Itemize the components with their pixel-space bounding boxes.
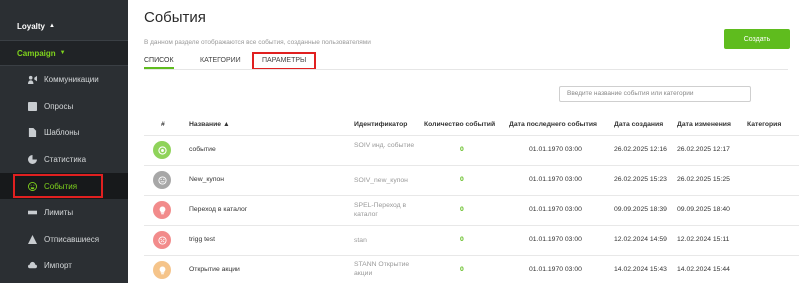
unsubscribe-icon: [27, 234, 37, 244]
event-name: Переход в каталог: [189, 206, 248, 213]
sidebar-group-label: Loyalty: [17, 21, 46, 31]
column-header-count[interactable]: Количество событий: [424, 121, 495, 128]
sidebar-group-label: Campaign: [17, 48, 56, 58]
table-row[interactable]: событие SOIV инд. событие 0 01.01.1970 0…: [144, 135, 799, 165]
sidebar-item-import[interactable]: Импорт: [0, 252, 128, 278]
pie-chart-icon: [27, 154, 37, 164]
main-content: События В данном разделе отображаются вс…: [128, 0, 799, 283]
tab-categories[interactable]: КАТЕГОРИИ: [200, 53, 241, 69]
event-created-date: 09.09.2025 18:39: [614, 206, 667, 213]
document-icon: [27, 127, 37, 137]
column-header-last-date[interactable]: Дата последнего события: [509, 121, 597, 128]
sidebar-item-label: Шаблоны: [44, 127, 80, 137]
table-row[interactable]: Переход в каталог SPEL-Переход в каталог…: [144, 195, 799, 225]
event-changed-date: 14.02.2024 15:44: [677, 266, 730, 273]
event-identifier: STANN Открытие акции: [354, 261, 410, 277]
event-name: New_купон: [189, 176, 225, 183]
neutral-face-icon: [153, 171, 171, 189]
sidebar-item-label: Опросы: [44, 101, 74, 111]
sidebar-group-campaign[interactable]: Campaign ▼: [0, 40, 128, 66]
lightbulb-icon: [153, 201, 171, 219]
column-header-created[interactable]: Дата создания: [614, 121, 663, 128]
column-header-changed[interactable]: Дата изменения: [677, 121, 731, 128]
table-row[interactable]: Открытие акции STANN Открытие акции 0 01…: [144, 255, 799, 283]
tabs-divider: [144, 69, 788, 70]
event-changed-date: 09.09.2025 18:40: [677, 206, 730, 213]
event-count: 0: [460, 236, 464, 243]
column-header-index: #: [161, 121, 165, 128]
sidebar-item-label: Лимиты: [44, 207, 74, 217]
event-count: 0: [460, 266, 464, 273]
event-identifier: SOIV инд. событие: [354, 142, 415, 149]
table-row[interactable]: trigg test stan 0 01.01.1970 03:00 12.02…: [144, 225, 799, 255]
column-header-category[interactable]: Категория: [747, 121, 781, 128]
column-header-identifier[interactable]: Идентификатор: [354, 121, 407, 128]
event-last-date: 01.01.1970 03:00: [529, 176, 582, 183]
cloud-upload-icon: [27, 260, 37, 270]
sad-face-icon: [153, 231, 171, 249]
sidebar-item-label: Коммуникации: [44, 74, 99, 84]
event-name: trigg test: [189, 236, 216, 243]
bar-limits-icon: [27, 207, 37, 217]
event-count: 0: [460, 176, 464, 183]
sidebar-item-limits[interactable]: Лимиты: [0, 199, 128, 225]
event-created-date: 26.02.2025 12:16: [614, 146, 667, 153]
event-created-date: 14.02.2024 15:43: [614, 266, 667, 273]
event-count: 0: [460, 206, 464, 213]
sidebar-group-loyalty[interactable]: Loyalty ▲: [0, 13, 128, 39]
event-last-date: 01.01.1970 03:00: [529, 266, 582, 273]
sidebar-item-label: Отписавшиеся: [44, 234, 100, 244]
page-title: События: [144, 9, 206, 26]
sidebar-item-label: Статистика: [44, 154, 87, 164]
page-subtitle: В данном разделе отображаются все событи…: [144, 39, 371, 46]
event-created-date: 12.02.2024 14:59: [614, 236, 667, 243]
sidebar: Loyalty ▲ Campaign ▼ Коммуникации Опросы…: [0, 0, 128, 283]
tab-list[interactable]: СПИСОК: [144, 53, 174, 69]
column-header-name[interactable]: Название ▲: [189, 121, 230, 128]
sidebar-item-templates[interactable]: Шаблоны: [0, 119, 128, 145]
sidebar-item-surveys[interactable]: Опросы: [0, 93, 128, 119]
event-identifier: stan: [354, 237, 367, 244]
caret-down-icon: ▼: [59, 50, 66, 56]
table-header: # Название ▲ Идентификатор Количество со…: [144, 118, 799, 132]
megaphone-icon: [27, 74, 37, 84]
event-changed-date: 26.02.2025 12:17: [677, 146, 730, 153]
highlight-box: [252, 52, 316, 70]
event-last-date: 01.01.1970 03:00: [529, 146, 582, 153]
search-input[interactable]: Введите название события или категории: [559, 86, 751, 102]
caret-up-icon: ▲: [49, 23, 55, 29]
sidebar-item-statistics[interactable]: Статистика: [0, 146, 128, 172]
sidebar-item-label: Импорт: [44, 260, 72, 270]
event-identifier: SPEL-Переход в каталог: [354, 202, 407, 218]
event-identifier: SOIV_new_купон: [354, 177, 408, 184]
event-changed-date: 26.02.2025 15:25: [677, 176, 730, 183]
highlight-box: [13, 174, 103, 198]
sidebar-item-communications[interactable]: Коммуникации: [0, 66, 128, 92]
event-last-date: 01.01.1970 03:00: [529, 236, 582, 243]
event-changed-date: 12.02.2024 15:11: [677, 236, 730, 243]
target-icon: [153, 141, 171, 159]
create-button[interactable]: Создать: [724, 29, 790, 49]
event-last-date: 01.01.1970 03:00: [529, 206, 582, 213]
event-count: 0: [460, 146, 464, 153]
sidebar-item-unsubscribed[interactable]: Отписавшиеся: [0, 226, 128, 252]
event-name: событие: [189, 146, 216, 153]
lightbulb-icon: [153, 261, 171, 279]
survey-icon: [27, 101, 37, 111]
event-name: Открытие акции: [189, 266, 240, 273]
event-created-date: 26.02.2025 15:23: [614, 176, 667, 183]
table-row[interactable]: New_купон SOIV_new_купон 0 01.01.1970 03…: [144, 165, 799, 195]
